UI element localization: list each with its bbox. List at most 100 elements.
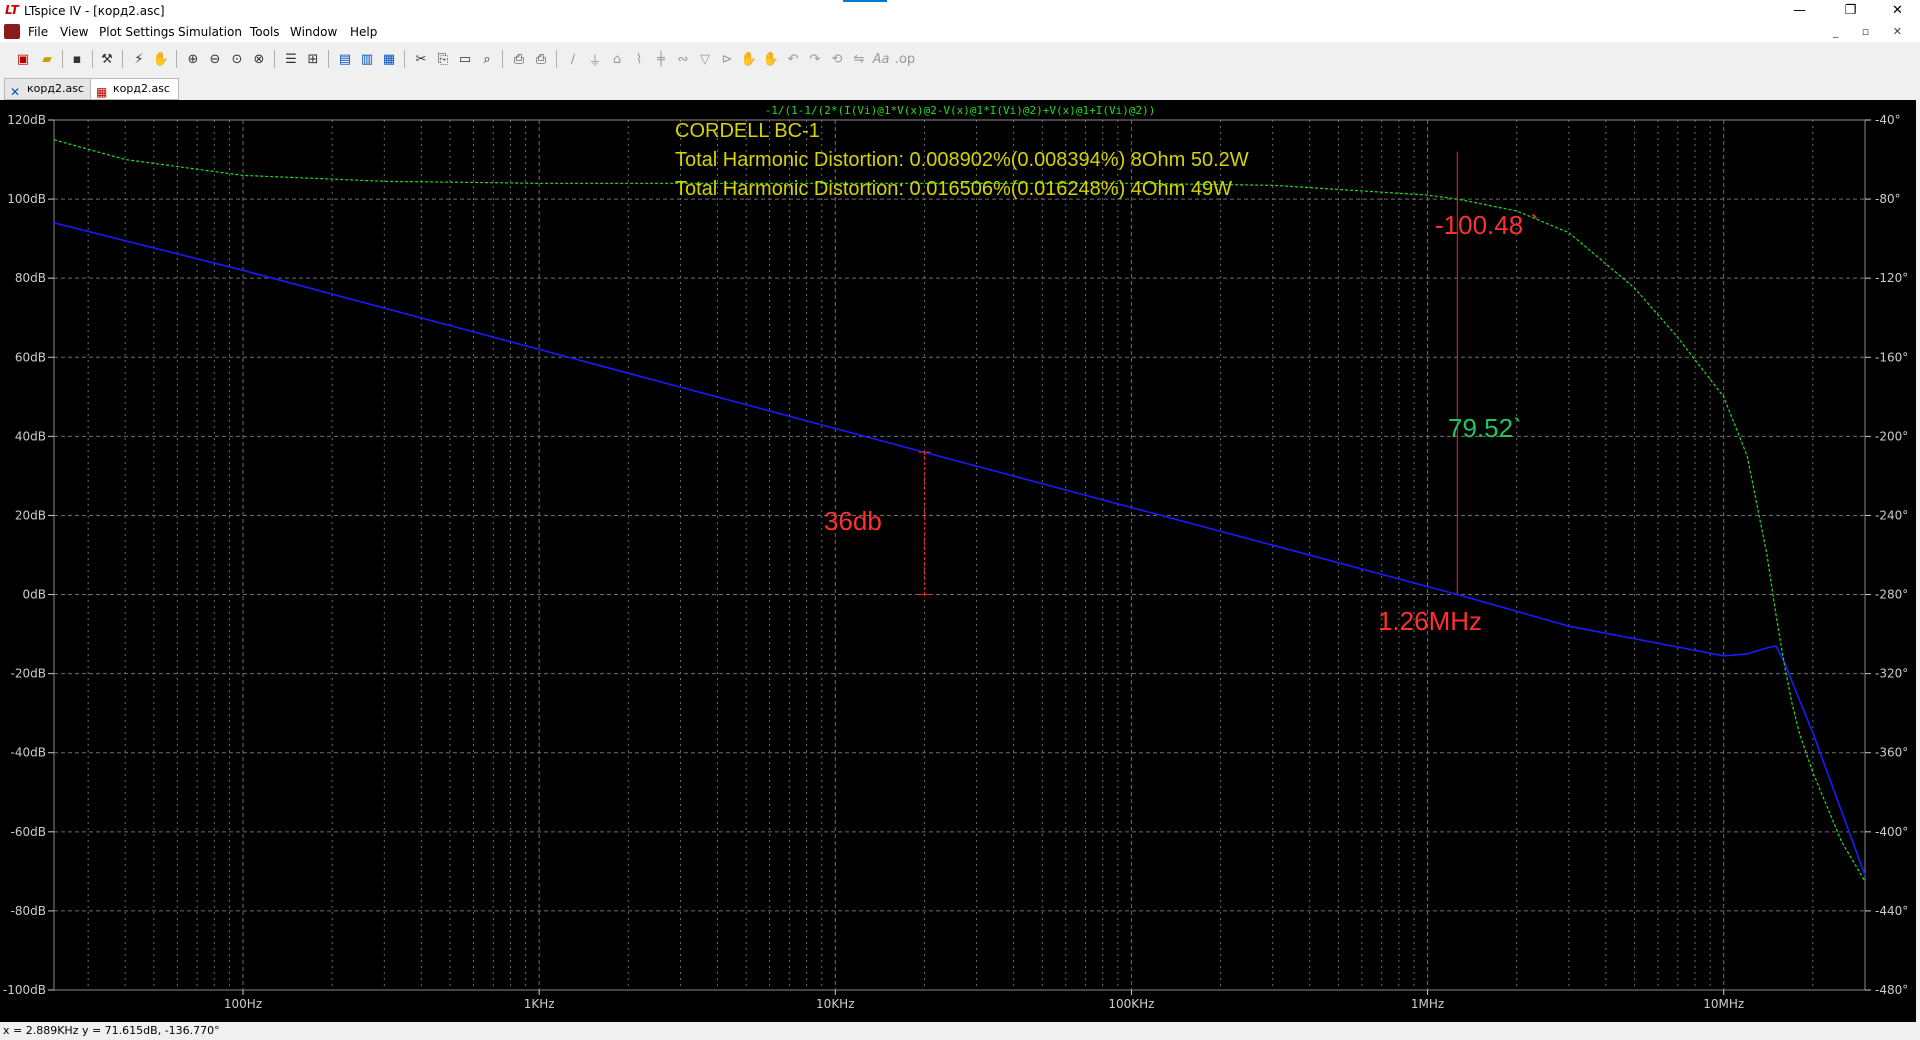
component-icon[interactable]: ⊳ bbox=[718, 50, 736, 68]
move-icon[interactable]: ✋ bbox=[740, 50, 758, 68]
annotation-phase-value: -100.48 ` bbox=[1435, 210, 1539, 240]
mirror-icon[interactable]: ⇋ bbox=[850, 50, 868, 68]
right-axis-ticks: -40° -80° -120° -160° -200° -240° -280° -320° -3… bbox=[1865, 113, 1908, 997]
new-schematic-icon[interactable]: ▣ bbox=[14, 50, 32, 68]
status-bar: x = 2.889KHz y = 71.615dB, -136.770° bbox=[0, 1022, 1920, 1040]
label-icon[interactable]: ⌂ bbox=[608, 50, 626, 68]
open-icon[interactable]: ▰ bbox=[38, 50, 56, 68]
left-tick-label: 80dB bbox=[15, 271, 46, 285]
rotate-icon[interactable]: ⟲ bbox=[828, 50, 846, 68]
menu-bar: File View Plot Settings Simulation Tools… bbox=[0, 22, 1920, 42]
left-tick-label: 60dB bbox=[15, 350, 46, 364]
right-tick-label: -280° bbox=[1875, 588, 1908, 602]
redo-icon[interactable]: ↷ bbox=[806, 50, 824, 68]
tile-vertical-icon[interactable]: ▥ bbox=[358, 50, 376, 68]
zoom-fit-icon[interactable]: ⊙ bbox=[228, 50, 246, 68]
waveform-icon: ▦ bbox=[96, 85, 108, 99]
toolbar: ▣ ▰ ▪ ⚒ ⚡ ✋ ⊕ ⊖ ⊙ ⊗ ☰ ⊞ ▤ ▥ ▦ ✂ ⎘ ▭ ⌕ ⎙ … bbox=[0, 42, 1920, 77]
right-tick-label: -40° bbox=[1875, 113, 1901, 127]
annotation-crossover-frequency: 1.26MHz bbox=[1378, 606, 1482, 636]
zoom-in-icon[interactable]: ⊕ bbox=[184, 50, 202, 68]
left-axis-ticks: 120dB 100dB 80dB 60dB 40dB 20dB 0dB -20dB -40dB -… bbox=[3, 113, 54, 997]
paste-icon[interactable]: ▭ bbox=[456, 50, 474, 68]
spice-directive-icon[interactable]: .op bbox=[895, 50, 915, 68]
undo-icon[interactable]: ↶ bbox=[784, 50, 802, 68]
document-system-menu-icon[interactable] bbox=[4, 24, 20, 39]
mdi-window-controls[interactable]: _ ▫ ✕ bbox=[1833, 25, 1912, 38]
menu-view[interactable]: View bbox=[60, 25, 88, 39]
halt-icon[interactable]: ✋ bbox=[152, 50, 170, 68]
minimize-icon[interactable]: — bbox=[1777, 0, 1822, 22]
save-icon[interactable]: ▪ bbox=[68, 50, 86, 68]
copy-icon[interactable]: ⎘ bbox=[434, 50, 452, 68]
x-tick-label: 100Hz bbox=[224, 997, 262, 1011]
resistor-icon[interactable]: ⌇ bbox=[630, 50, 648, 68]
draw-wire-icon[interactable]: ∕ bbox=[564, 50, 582, 68]
toolbar-separator bbox=[556, 50, 557, 68]
toolbar-separator bbox=[92, 50, 93, 68]
capacitor-icon[interactable]: ╪ bbox=[652, 50, 670, 68]
autorange-icon[interactable]: ☰ bbox=[282, 50, 300, 68]
diode-icon[interactable]: ▽ bbox=[696, 50, 714, 68]
tab-label: корд2.asc bbox=[113, 82, 170, 95]
x-tick-label: 1KHz bbox=[524, 997, 555, 1011]
left-tick-label: -100dB bbox=[3, 983, 46, 997]
menu-simulation[interactable]: Simulation bbox=[178, 25, 242, 39]
left-tick-label: -40dB bbox=[11, 746, 46, 760]
menu-file[interactable]: File bbox=[28, 25, 48, 39]
bode-plot[interactable]: -1/(1-1/(2*(I(Vi)@1*V(x)@2-V(x)@1*I(Vi)@… bbox=[0, 100, 1916, 1022]
left-tick-label: -60dB bbox=[11, 825, 46, 839]
right-tick-label: -440° bbox=[1875, 904, 1908, 918]
menu-help[interactable]: Help bbox=[350, 25, 377, 39]
restore-icon[interactable]: ❐ bbox=[1828, 0, 1873, 22]
toolbar-separator bbox=[176, 50, 177, 68]
mark-icon[interactable]: ⊞ bbox=[304, 50, 322, 68]
left-tick-label: -80dB bbox=[11, 904, 46, 918]
toolbar-separator bbox=[122, 50, 123, 68]
drag-icon[interactable]: ✋ bbox=[762, 50, 780, 68]
toolbar-separator bbox=[502, 50, 503, 68]
inductor-icon[interactable]: ∾ bbox=[674, 50, 692, 68]
x-tick-label: 1MHz bbox=[1411, 997, 1444, 1011]
right-tick-label: -240° bbox=[1875, 508, 1908, 522]
tab-label: корд2.asc bbox=[27, 82, 84, 95]
zoom-cancel-icon[interactable]: ⊗ bbox=[250, 50, 268, 68]
right-tick-label: -120° bbox=[1875, 271, 1908, 285]
right-tick-label: -200° bbox=[1875, 429, 1908, 443]
right-tick-label: -360° bbox=[1875, 746, 1908, 760]
tab-waveform[interactable]: ▦ корд2.asc bbox=[90, 78, 179, 100]
close-icon[interactable]: ✕ bbox=[1875, 0, 1920, 22]
menu-plot-settings[interactable]: Plot Settings bbox=[99, 25, 175, 39]
right-tick-label: -400° bbox=[1875, 825, 1908, 839]
menu-tools[interactable]: Tools bbox=[250, 25, 280, 39]
waveform-plot-pane[interactable]: -1/(1-1/(2*(I(Vi)@1*V(x)@2-V(x)@1*I(Vi)@… bbox=[0, 100, 1920, 1022]
right-edge bbox=[1916, 100, 1920, 1022]
annotation-title: CORDELL BC-1 bbox=[675, 120, 820, 142]
plot-grid bbox=[54, 119, 1866, 991]
control-panel-icon[interactable]: ⚒ bbox=[98, 50, 116, 68]
window-title: LTspice IV - [корд2.asc] bbox=[24, 4, 165, 18]
cascade-icon[interactable]: ▦ bbox=[380, 50, 398, 68]
annotation-phase-margin: 79.52` bbox=[1448, 413, 1522, 443]
title-bar: LT LTspice IV - [корд2.asc] — ❐ ✕ bbox=[0, 0, 1920, 22]
cursor-readout: x = 2.889KHz y = 71.615dB, -136.770° bbox=[3, 1024, 220, 1037]
cut-icon[interactable]: ✂ bbox=[412, 50, 430, 68]
annotation-gain: 36db bbox=[824, 506, 882, 536]
x-tick-label: 10MHz bbox=[1703, 997, 1744, 1011]
print-icon[interactable]: ⎙ bbox=[532, 50, 550, 68]
schematic-icon: ✕ bbox=[10, 85, 21, 99]
tab-schematic[interactable]: ✕ корд2.asc bbox=[4, 78, 93, 100]
ltspice-logo-icon: LT bbox=[5, 3, 19, 17]
find-icon[interactable]: ⌕ bbox=[478, 50, 496, 68]
tile-horizontal-icon[interactable]: ▤ bbox=[336, 50, 354, 68]
trace-expression: -1/(1-1/(2*(I(Vi)@1*V(x)@2-V(x)@1*I(Vi)@… bbox=[765, 104, 1156, 117]
left-tick-label: 0dB bbox=[23, 588, 46, 602]
text-icon[interactable]: Aa bbox=[872, 50, 890, 68]
run-icon[interactable]: ⚡ bbox=[130, 50, 148, 68]
tab-bar: ✕ корд2.asc ▦ корд2.asc bbox=[0, 76, 1920, 100]
x-tick-label: 10KHz bbox=[816, 997, 854, 1011]
ground-icon[interactable]: ⏚ bbox=[586, 50, 604, 69]
zoom-out-icon[interactable]: ⊖ bbox=[206, 50, 224, 68]
print-preview-icon[interactable]: ⎙ bbox=[510, 50, 528, 68]
menu-window[interactable]: Window bbox=[290, 25, 337, 39]
